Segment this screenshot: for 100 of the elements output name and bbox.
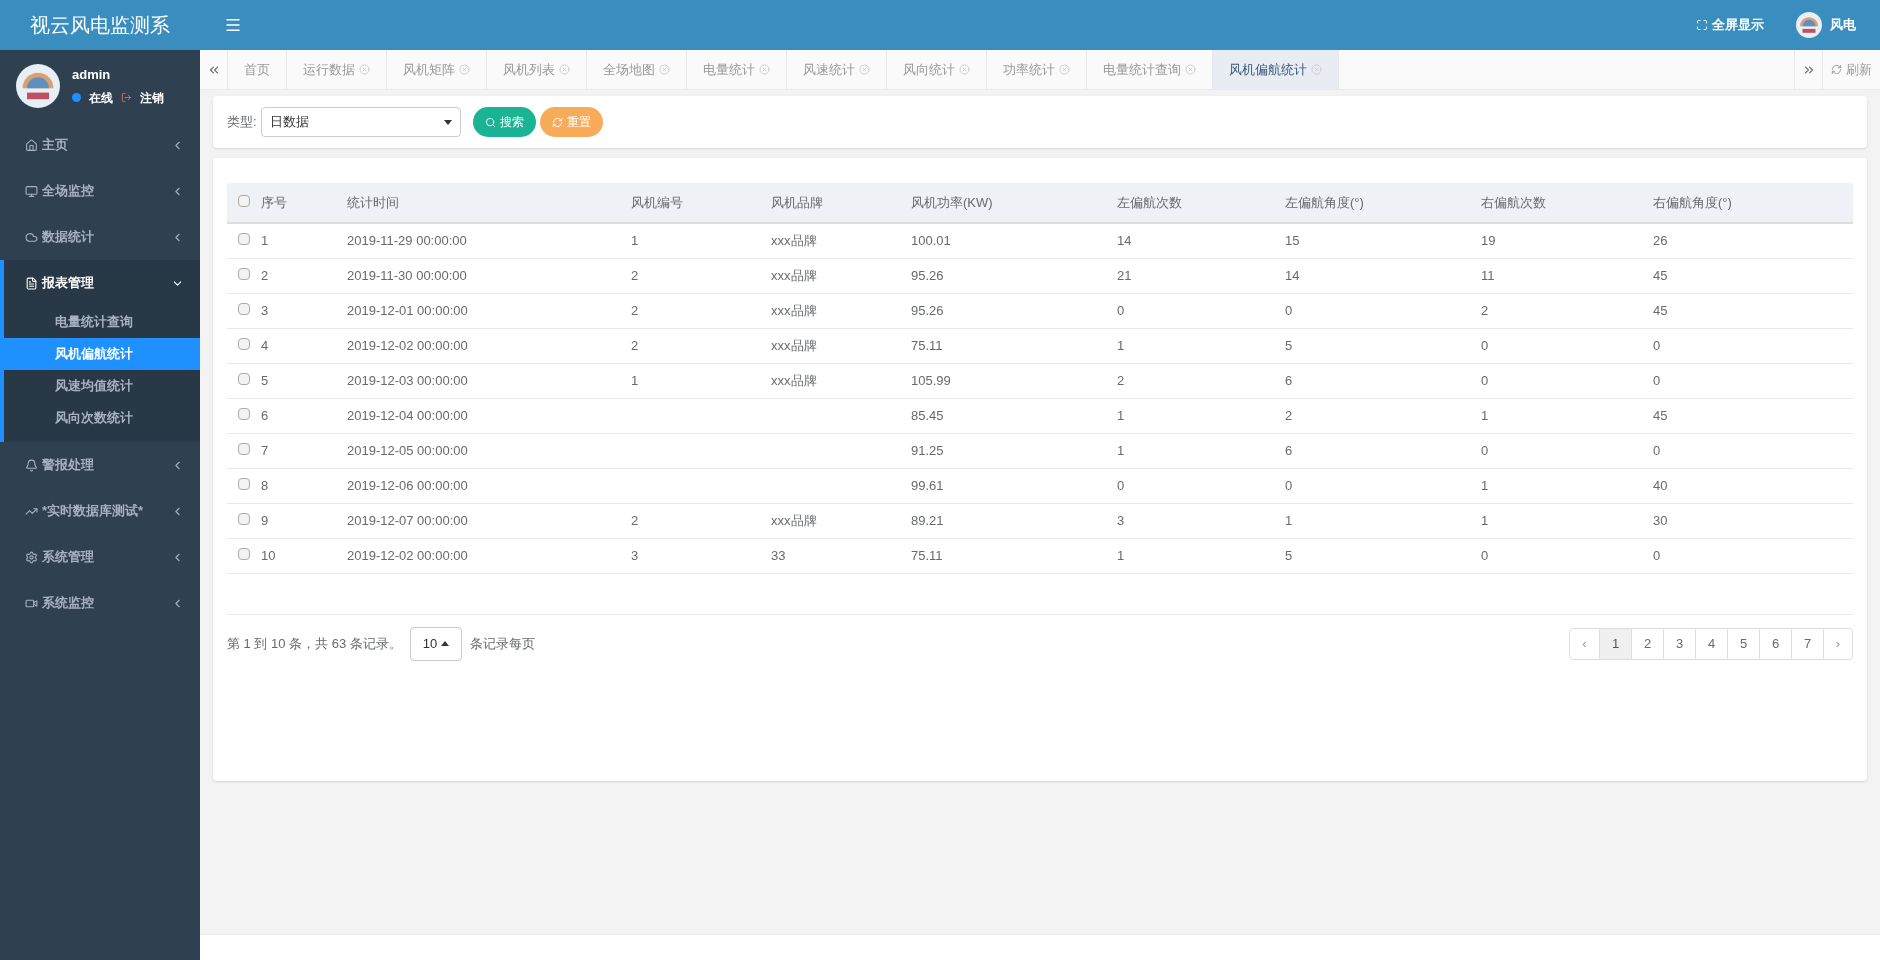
close-icon[interactable] (1185, 64, 1196, 75)
table-cell: 95.26 (911, 267, 944, 283)
tab[interactable]: 运行数据 (287, 50, 387, 89)
avatar-icon (16, 64, 60, 108)
table-cell: 2019-12-02 00:00:00 (347, 547, 468, 563)
menu-icon[interactable] (224, 16, 242, 34)
table-cell: 2019-12-01 00:00:00 (347, 302, 468, 318)
row-checkbox[interactable] (238, 302, 250, 315)
header-user-name[interactable]: 风电 (1830, 15, 1856, 35)
tab[interactable]: 首页 (228, 50, 287, 89)
page-button[interactable]: 4 (1695, 628, 1727, 659)
table-cell: 1 (631, 372, 639, 388)
row-checkbox[interactable] (238, 233, 250, 245)
table-cell: 26 (1653, 233, 1668, 248)
table-cell: 7 (261, 442, 269, 458)
tab[interactable]: 全场地图 (587, 50, 687, 89)
table-cell: 3 (1117, 512, 1125, 528)
sidebar-label: 主页 (42, 136, 68, 155)
table-cell: 0 (1653, 547, 1661, 563)
page-button[interactable]: 2 (1631, 628, 1663, 659)
page-button[interactable]: 7 (1791, 628, 1823, 659)
close-icon[interactable] (859, 64, 870, 75)
sidebar-subitem[interactable]: 风速均值统计 (4, 370, 200, 402)
table-cell: xxx品牌 (771, 512, 817, 528)
table-cell: 2019-12-04 00:00:00 (347, 407, 468, 423)
row-checkbox[interactable] (238, 267, 250, 280)
table-cell: 14 (1117, 233, 1132, 248)
table-cell: 45 (1653, 302, 1668, 318)
page-button[interactable]: 5 (1727, 628, 1759, 659)
close-icon[interactable] (359, 64, 370, 75)
row-checkbox[interactable] (238, 407, 250, 420)
close-icon[interactable] (559, 64, 570, 75)
refresh-button[interactable]: 刷新 (1822, 50, 1880, 89)
tab[interactable]: 风机矩阵 (387, 50, 487, 89)
type-select[interactable]: 日数据 (260, 107, 461, 137)
previous-page-button[interactable]: ‹ (1570, 628, 1599, 659)
page-button[interactable]: 3 (1663, 628, 1695, 659)
close-icon[interactable] (659, 64, 670, 75)
tab[interactable]: 风机偏航统计 (1213, 50, 1339, 89)
page-size-select[interactable]: 10 (409, 626, 463, 661)
search-button[interactable]: 搜索 (472, 107, 536, 137)
sidebar-label: *实时数据库测试* (42, 502, 144, 521)
sidebar-item[interactable]: 数据统计 (0, 214, 200, 260)
tab[interactable]: 功率统计 (987, 50, 1087, 89)
table-cell: 6 (261, 407, 269, 423)
page-button[interactable]: 1 (1599, 628, 1631, 659)
column-header: 风机编号 (631, 194, 683, 210)
table-cell: 0 (1117, 477, 1125, 493)
close-icon[interactable] (459, 64, 470, 75)
sidebar-item[interactable]: *实时数据库测试* (0, 488, 200, 534)
table-cell: xxx品牌 (771, 267, 817, 283)
sidebar-label: 全场监控 (42, 182, 94, 201)
row-checkbox[interactable] (238, 547, 250, 560)
logout-link[interactable]: 注销 (140, 88, 164, 107)
row-checkbox[interactable] (238, 372, 250, 385)
fullscreen-button[interactable]: 全屏显示 (1696, 15, 1764, 35)
next-page-button[interactable]: › (1823, 628, 1852, 659)
table-cell: 0 (1117, 302, 1125, 318)
row-checkbox[interactable] (238, 477, 250, 490)
sidebar-subitem[interactable]: 电量统计查询 (4, 306, 200, 338)
sidebar-item[interactable]: 系统监控 (0, 580, 200, 626)
sidebar-item[interactable]: 全场监控 (0, 168, 200, 214)
table-cell: 2 (1117, 372, 1125, 388)
table-cell: 2019-12-07 00:00:00 (347, 512, 468, 528)
table-cell: 14 (1285, 267, 1300, 283)
table-cell: 0 (1653, 337, 1661, 353)
select-all-checkbox[interactable] (238, 194, 250, 207)
page-button[interactable]: 6 (1759, 628, 1791, 659)
table-cell: 1 (1481, 512, 1489, 528)
sidebar-subitem[interactable]: 风向次数统计 (4, 402, 200, 434)
table-cell: 5 (261, 372, 269, 388)
sidebar-item[interactable]: 主页 (0, 122, 200, 168)
table-cell: 2019-11-30 00:00:00 (347, 267, 467, 283)
tab[interactable]: 风向统计 (887, 50, 987, 89)
expand-icon (1696, 19, 1708, 31)
table-cell: 30 (1653, 512, 1668, 528)
tab[interactable]: 风机列表 (487, 50, 587, 89)
table-cell: 6 (1285, 442, 1293, 458)
table-cell: 10 (261, 547, 276, 563)
sidebar-item[interactable]: 系统管理 (0, 534, 200, 580)
table-cell: xxx品牌 (771, 302, 817, 318)
sidebar-item[interactable]: 报表管理 (4, 260, 200, 306)
table-cell: 0 (1653, 442, 1661, 458)
tab[interactable]: 风速统计 (787, 50, 887, 89)
close-icon[interactable] (1311, 64, 1322, 75)
table-cell: 6 (1285, 372, 1293, 388)
table-cell: 2 (631, 267, 639, 283)
table-cell: xxx品牌 (771, 372, 817, 388)
row-checkbox[interactable] (238, 442, 250, 455)
sidebar-item[interactable]: 警报处理 (0, 442, 200, 488)
close-icon[interactable] (1059, 64, 1070, 75)
table-cell: 75.11 (911, 337, 943, 353)
column-header: 风机功率(KW) (911, 194, 993, 210)
tab[interactable]: 电量统计 (687, 50, 787, 89)
caret-icon (443, 119, 452, 125)
row-checkbox[interactable] (238, 337, 250, 350)
close-icon[interactable] (959, 64, 970, 75)
row-checkbox[interactable] (238, 512, 250, 525)
close-icon[interactable] (759, 64, 770, 75)
table-cell: 1 (1117, 547, 1125, 563)
